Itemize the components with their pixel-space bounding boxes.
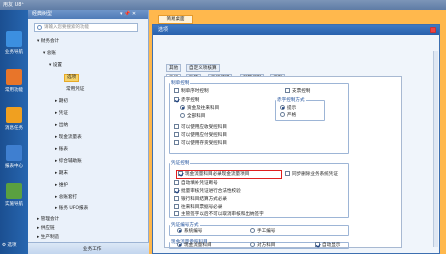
tree-node[interactable]: ▾ 财务会计 [37, 38, 59, 46]
nav-implementation[interactable]: 实施导航 [0, 180, 28, 218]
radio-fund-accounts[interactable]: 资金及往来科目 [180, 105, 219, 112]
tree-node[interactable]: 常用凭证 [66, 86, 84, 94]
chk-fill-gap[interactable]: 自动填补凭证断号 [174, 180, 218, 187]
tab-custom-accounting[interactable]: 自定义项核算 [186, 64, 220, 72]
tab-simple-desktop[interactable]: 简易桌面 [158, 15, 193, 24]
options-dialog: 选项 其他 自定义项核算 凭证 账簿 凭证打印 预算控制 权限 制单控制 制单序… [152, 24, 440, 254]
chk-bill-number[interactable]: 往来科目票据号必录 [174, 204, 222, 211]
nav-common[interactable]: 常用功能 [0, 66, 28, 104]
business-nav-icon [6, 31, 22, 47]
radio-opposite-account[interactable]: 对方科目 [250, 242, 275, 249]
radio-manual-number[interactable]: 手工编号 [250, 228, 275, 235]
sidebar-footer-tab[interactable]: 业务工作 [28, 242, 149, 254]
sidebar-header: 经典树型 ▾ 📌 ✕ [28, 10, 148, 19]
tree-node[interactable]: ▾ 总账 [43, 50, 56, 58]
tab-other[interactable]: 其他 [166, 64, 182, 72]
main-area: 简易桌面 选项 其他 自定义项核算 凭证 账簿 凭证打印 预算控制 权限 制单控… [149, 10, 446, 254]
chk-deficit-control[interactable]: 赤字控制 [174, 97, 199, 104]
settings-link[interactable]: ⚙ 选项 [2, 242, 16, 248]
chk-receivable-accounts[interactable]: 可以使用应收受控科目 [174, 124, 227, 131]
window-title: 用友 U8⁺ [0, 0, 446, 10]
common-func-icon [6, 69, 22, 85]
dialog-title: 选项 [153, 25, 439, 35]
radio-cashflow-account[interactable]: 现金流量科目 [177, 242, 212, 249]
chk-order-sequence[interactable]: 制单序时控制 [174, 88, 209, 95]
tree-node[interactable]: ▸ 账表 [55, 146, 68, 154]
tree-node[interactable]: ▸ 管理会计 [37, 216, 59, 224]
tree-node[interactable]: ▸ 综合辅助账 [55, 158, 82, 166]
sidebar: 经典树型 ▾ 📌 ✕ 请输入您要搜索的功能 ▾ 财务会计 ▾ 总账 ▾ 设置 选项… [28, 10, 149, 254]
tree-node[interactable]: ▸ 期初 [55, 98, 68, 106]
search-icon [37, 25, 42, 30]
tree-node[interactable]: ▸ 生产制造 [37, 234, 59, 242]
message-icon [6, 107, 22, 123]
search-input[interactable]: 请输入您要搜索的功能 [34, 23, 138, 32]
chk-auto-display[interactable]: 自动显示 [315, 242, 340, 249]
chk-payable-accounts[interactable]: 可以使用应付受控科目 [174, 132, 227, 139]
tree-node-selected[interactable]: 选项 [64, 74, 80, 82]
tree-node[interactable]: ▸ 维护 [55, 182, 68, 190]
chk-sync-delete[interactable]: 同步删除业务系统凭证 [285, 171, 338, 178]
radio-strict[interactable]: 严格 [280, 112, 296, 119]
radio-prompt[interactable]: 提示 [280, 105, 296, 112]
chk-cashflow-required[interactable]: 现金流量科目必录现金流量项目 [178, 171, 249, 178]
report-icon [6, 145, 22, 161]
tree-node[interactable]: ▸ 期末 [55, 170, 68, 178]
tree-node[interactable]: ▸ 凭证 [55, 110, 68, 118]
left-nav: 业务导航 常用功能 消息任务 报表中心 实施导航 ⚙ 选项 [0, 10, 28, 254]
dialog-scrollbar[interactable] [433, 51, 438, 247]
tree-node[interactable]: ▾ 设置 [49, 62, 62, 70]
sidebar-controls[interactable]: ▾ 📌 ✕ [120, 10, 136, 19]
chk-batch-validate[interactable]: 批量审核凭证进行合法性校验 [174, 188, 241, 195]
chk-supervisor-sign[interactable]: 主管签字以后不可以取消审核和出纳签字 [174, 211, 264, 218]
nav-business[interactable]: 业务导航 [0, 28, 28, 66]
nav-reports[interactable]: 报表中心 [0, 142, 28, 180]
radio-system-number[interactable]: 系统编号 [177, 228, 202, 235]
chk-bank-settlement[interactable]: 银行科目结算方式必录 [174, 196, 227, 203]
tree-node[interactable]: ▸ 账务 UFO报表 [55, 205, 88, 213]
tree-node[interactable]: ▸ 现金流量表 [55, 134, 82, 142]
nav-messages[interactable]: 消息任务 [0, 104, 28, 142]
chk-inventory-accounts[interactable]: 可以使用存货受控科目 [174, 140, 227, 147]
close-icon[interactable] [430, 27, 436, 33]
voucher-options-panel: 制单控制 制单序时控制 支票控制 赤字控制 资金及往来科目 全部科目 可以使用应… [164, 76, 402, 249]
radio-all-accounts[interactable]: 全部科目 [180, 113, 205, 120]
tree-node[interactable]: ▸ 供应链 [37, 225, 55, 233]
tree-node[interactable]: ▸ 出纳 [55, 122, 68, 130]
implement-icon [6, 183, 22, 199]
tree-node[interactable]: ▸ 总账套打 [55, 194, 77, 202]
chk-cheque-control[interactable]: 支票控制 [285, 88, 310, 95]
